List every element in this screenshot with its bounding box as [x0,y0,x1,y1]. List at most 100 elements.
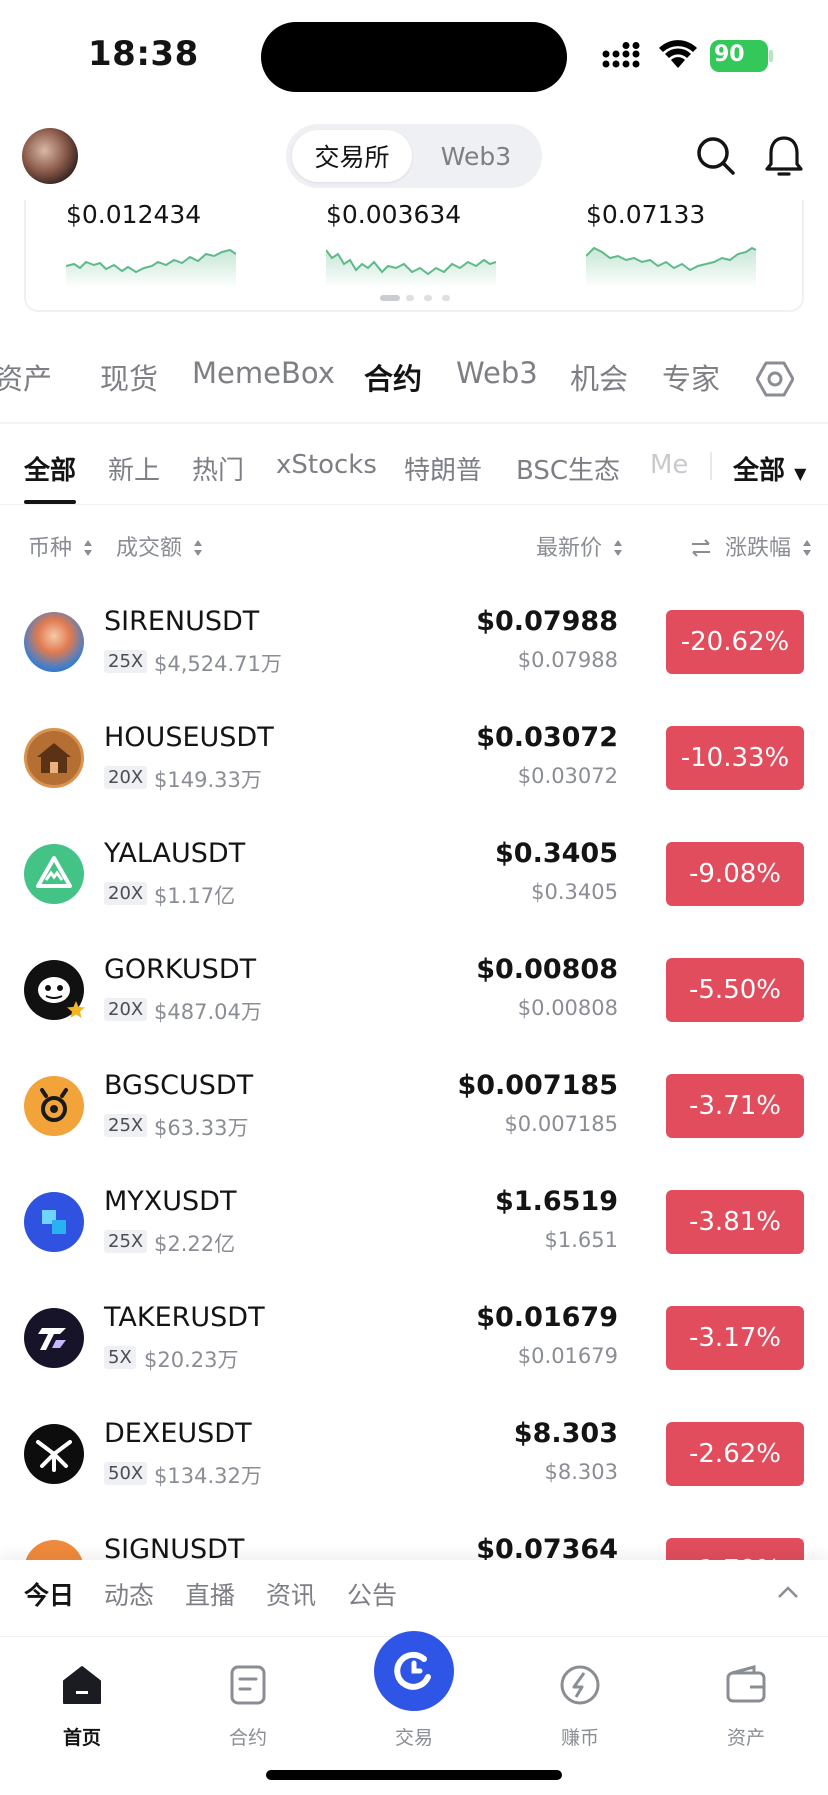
ticker-sparkline-1 [66,248,236,288]
bgsc-coin-icon [24,1076,84,1136]
subtab-hot[interactable]: 热门 [192,450,244,487]
tab-memebox[interactable]: MemeBox [192,356,335,390]
news-bar: 今日 动态 直播 资讯 公告 [0,1560,828,1636]
change-badge[interactable]: -2.62% [666,1422,804,1486]
taker-coin-icon [24,1308,84,1368]
bell-icon[interactable] [762,134,806,178]
subtab-bsc[interactable]: BSC生态 [516,450,620,487]
nav-contract[interactable]: 合约 [188,1649,308,1749]
subtab-trump[interactable]: 特朗普 [404,450,482,487]
col-coin[interactable]: 币种 [28,530,93,562]
tab-opportunity[interactable]: 机会 [570,356,628,398]
tab-assets[interactable]: 资产 [0,356,52,398]
row-volume: $134.32万 [154,1464,262,1488]
row-volume: $2.22亿 [154,1232,236,1256]
row-symbol: TAKERUSDT [104,1302,265,1333]
market-row[interactable]: DEXEUSDT 50X $134.32万 $8.303 $8.303 -2.6… [0,1418,828,1540]
sort-icon [803,540,812,556]
row-sub-price: $0.00808 [517,996,618,1020]
leverage-badge: 5X [104,1346,136,1369]
row-symbol: BGSCUSDT [104,1070,254,1101]
subtab-meme[interactable]: Me [650,450,688,480]
market-row[interactable]: TAKERUSDT 5X $20.23万 $0.01679 $0.01679 -… [0,1302,828,1424]
change-badge[interactable]: -3.17% [666,1306,804,1370]
news-tab-today[interactable]: 今日 [24,1576,74,1612]
leverage-badge: 25X [104,1114,148,1137]
col-volume-label: 成交额 [116,536,183,561]
house-coin-icon [24,728,84,788]
nav-trade[interactable]: 交易 [354,1631,474,1749]
col-change[interactable]: 涨跌幅 [690,530,812,562]
news-tab-feed[interactable]: 动态 [104,1576,154,1612]
leverage-badge: 20X [104,766,148,789]
cellular-signal-icon [602,42,640,68]
tab-experts[interactable]: 专家 [662,356,720,398]
leverage-badge: 20X [104,998,148,1021]
wallet-icon [726,1665,766,1703]
market-row[interactable]: MYXUSDT 25X $2.22亿 $1.6519 $1.651 -3.81% [0,1186,828,1308]
row-price: $0.01679 [476,1302,618,1333]
market-row[interactable]: YALAUSDT 20X $1.17亿 $0.3405 $0.3405 -9.0… [0,838,828,960]
swap-icon[interactable] [690,539,712,557]
tab-futures[interactable]: 合约 [364,356,422,398]
tab-web3[interactable]: Web3 [456,356,538,390]
row-symbol: MYXUSDT [104,1186,237,1217]
market-row[interactable]: SIRENUSDT 25X $4,524.71万 $0.07988 $0.079… [0,606,828,728]
subtab-new[interactable]: 新上 [108,450,160,487]
battery-level: 90 [714,42,745,67]
row-volume: $20.23万 [144,1348,239,1372]
avatar[interactable] [22,128,78,184]
market-row[interactable]: BGSCUSDT 25X $63.33万 $0.007185 $0.007185… [0,1070,828,1192]
trade-icon [394,1651,431,1690]
search-icon[interactable] [694,134,738,178]
change-badge[interactable]: -5.50% [666,958,804,1022]
market-row[interactable]: HOUSEUSDT 20X $149.33万 $0.03072 $0.03072… [0,722,828,844]
nav-home[interactable]: 首页 [22,1649,142,1749]
news-tab-announcements[interactable]: 公告 [347,1576,397,1612]
earn-icon [560,1665,600,1705]
col-price-label: 最新价 [536,536,603,561]
news-tab-news[interactable]: 资讯 [266,1576,316,1612]
change-badge[interactable]: -3.81% [666,1190,804,1254]
row-volume: $63.33万 [154,1116,249,1140]
subtab-all[interactable]: 全部 [24,450,76,487]
change-badge[interactable]: -9.08% [666,842,804,906]
col-price[interactable]: 最新价 [536,530,623,562]
sort-icon [614,540,623,556]
leverage-badge: 25X [104,650,148,673]
row-volume: $149.33万 [154,768,262,792]
ticker-price-2: $0.003634 [326,200,462,229]
segment-exchange[interactable]: 交易所 [292,130,412,182]
nav-earn[interactable]: 赚币 [520,1649,640,1749]
nav-assets[interactable]: 资产 [686,1649,806,1749]
change-badge[interactable]: -20.62% [666,610,804,674]
leverage-badge: 20X [104,882,148,905]
filter-dropdown[interactable]: 全部 ▼ [733,450,806,487]
exchange-web3-toggle[interactable]: 交易所 Web3 [286,124,542,188]
leverage-badge: 50X [104,1462,148,1485]
siren-coin-icon [24,612,84,672]
row-price: $1.6519 [495,1186,618,1217]
row-price: $0.03072 [476,722,618,753]
home-icon [63,1666,101,1704]
change-badge[interactable]: -10.33% [666,726,804,790]
market-row[interactable]: GORKUSDT 20X $487.04万 $0.00808 $0.00808 … [0,954,828,1076]
row-sub-price: $0.07988 [517,648,618,672]
col-volume[interactable]: 成交额 [116,530,203,562]
dynamic-island [261,22,567,92]
subtab-xstocks[interactable]: xStocks [276,450,377,480]
chevron-up-icon[interactable] [776,1584,800,1600]
tab-spot[interactable]: 现货 [100,356,158,398]
dexe-coin-icon [24,1424,84,1484]
row-symbol: DEXEUSDT [104,1418,252,1449]
row-volume: $4,524.71万 [154,652,282,676]
news-tab-live[interactable]: 直播 [185,1576,235,1612]
sort-icon [194,540,203,556]
change-badge[interactable]: -3.71% [666,1074,804,1138]
yala-coin-icon [24,844,84,904]
row-price: $0.3405 [495,838,618,869]
trade-button[interactable] [374,1631,454,1711]
settings-icon[interactable] [756,360,794,398]
segment-web3[interactable]: Web3 [416,130,536,182]
row-sub-price: $8.303 [544,1460,618,1484]
